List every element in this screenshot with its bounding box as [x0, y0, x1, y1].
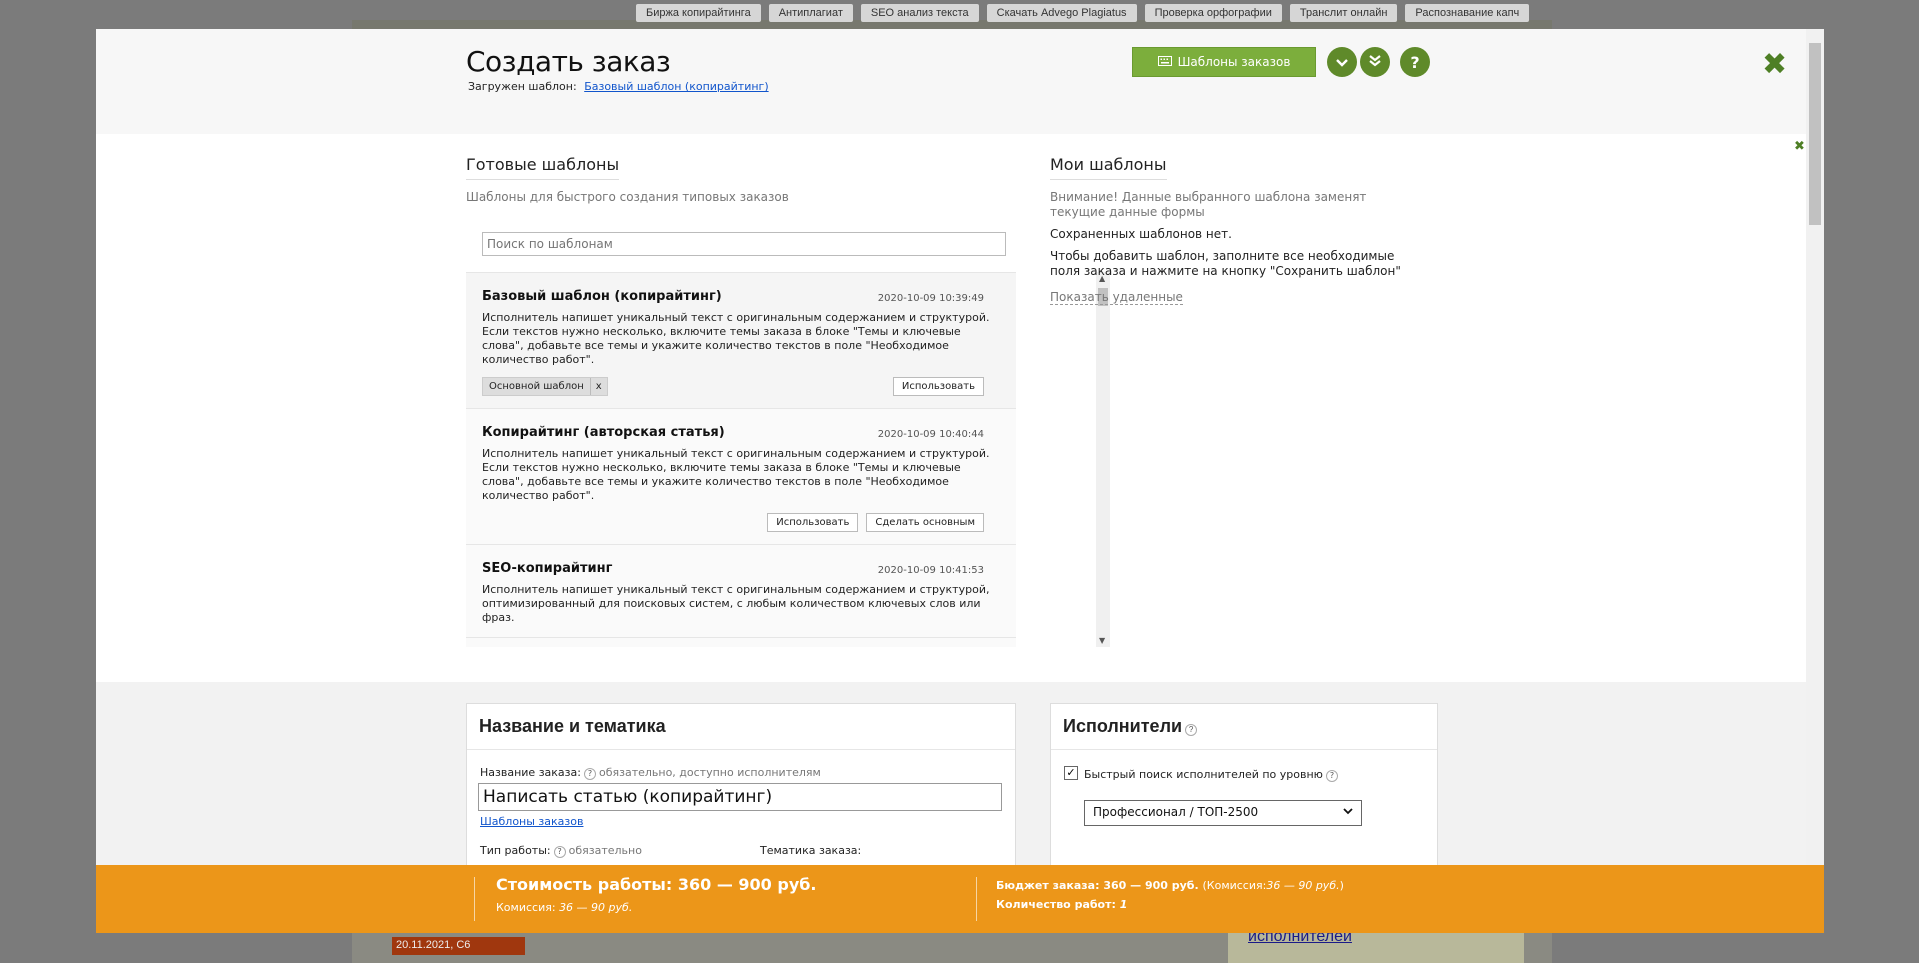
template-date: 2020-10-09 10:41:53: [877, 565, 984, 576]
level-select[interactable]: Профессионал / ТОП-2500: [1084, 800, 1362, 826]
modal-scrollbar[interactable]: [1806, 29, 1824, 933]
bg-nav-item[interactable]: SEO анализ текста: [860, 4, 979, 22]
performers-title: Исполнители?: [1051, 704, 1437, 750]
name-topic-title: Название и тематика: [467, 704, 1015, 750]
cost-footer: Стоимость работы: 360 — 900 руб. Комисси…: [96, 865, 1824, 933]
footer-divider: [976, 877, 977, 921]
order-templates-button[interactable]: Шаблоны заказов: [1132, 47, 1316, 77]
make-main-button[interactable]: Сделать основным: [866, 513, 984, 532]
my-templates-warning: Внимание! Данные выбранного шаблона заме…: [1050, 190, 1367, 219]
order-name-input[interactable]: [478, 783, 1002, 811]
tag-remove-button[interactable]: x: [589, 378, 607, 395]
chevron-down-icon: [1335, 53, 1349, 72]
no-saved-templates: Сохраненных шаблонов нет.: [1050, 227, 1232, 241]
template-desc: Исполнитель напишет уникальный текст с о…: [482, 311, 990, 366]
performers-card: Исполнители?: [1050, 703, 1438, 873]
loaded-template-link[interactable]: Базовый шаблон (копирайтинг): [584, 80, 768, 93]
my-templates-title: Мои шаблоны: [1050, 155, 1167, 180]
level-select-value: Профессионал / ТОП-2500: [1093, 805, 1259, 819]
scroll-down-icon[interactable]: ▼: [1099, 636, 1105, 645]
template-footer: Использовать Сделать основным: [482, 513, 1002, 532]
help-icon[interactable]: ?: [1185, 724, 1198, 736]
bg-nav-item[interactable]: Биржа копирайтинга: [636, 4, 761, 22]
template-actions: Использовать Сделать основным: [767, 513, 984, 532]
modal-scroll-thumb[interactable]: [1809, 43, 1821, 225]
question-icon: ?: [1410, 52, 1420, 72]
bg-nav-item[interactable]: Распознавание капч: [1405, 4, 1530, 22]
works-count-line: Количество работ: 1: [996, 898, 1128, 911]
templates-scrollbar[interactable]: ▲ ▼: [1096, 272, 1110, 647]
loaded-template-line: Загружен шаблон: Базовый шаблон (копирай…: [468, 80, 769, 93]
help-icon[interactable]: ?: [1325, 770, 1338, 782]
bg-nav-item[interactable]: Скачать Advego Plagiatus: [986, 4, 1137, 22]
chevron-down-icon: [1343, 805, 1353, 821]
commission-line: Комиссия: 36 — 90 руб.: [496, 901, 633, 914]
modal-header: Создать заказ Загружен шаблон: Базовый ш…: [96, 29, 1806, 134]
order-templates-label: Шаблоны заказов: [1177, 55, 1291, 69]
show-deleted-link[interactable]: Показать удаленные: [1050, 290, 1183, 305]
main-template-tag: Основной шаблон x: [482, 377, 608, 396]
ready-templates-title: Готовые шаблоны: [466, 155, 620, 180]
close-icon[interactable]: ✖: [1762, 47, 1787, 82]
footer-divider: [474, 877, 475, 921]
list-item: Базовый шаблон (копирайтинг) 2020-10-09 …: [466, 273, 1016, 409]
work-cost: Стоимость работы: 360 — 900 руб.: [496, 875, 817, 894]
bg-date-badge: 20.11.2021, С6: [392, 937, 525, 955]
ready-templates-subtitle: Шаблоны для быстрого создания типовых за…: [466, 190, 789, 204]
background-nav: Биржа копирайтинга Антиплагиат SEO анали…: [636, 4, 1530, 22]
template-date: 2020-10-09 10:40:44: [877, 429, 984, 440]
templates-search-input[interactable]: [482, 232, 1006, 256]
order-templates-link[interactable]: Шаблоны заказов: [480, 815, 583, 828]
add-template-hint: Чтобы добавить шаблон, заполните все нео…: [1050, 249, 1401, 278]
double-chevron-down-icon: [1368, 53, 1382, 72]
list-item: SEO-копирайтинг 2020-10-09 10:41:53 Испо…: [466, 545, 1016, 638]
template-actions: Использовать: [892, 377, 984, 396]
create-order-modal: Создать заказ Загружен шаблон: Базовый ш…: [96, 29, 1824, 933]
bg-nav-item[interactable]: Транслит онлайн: [1289, 4, 1398, 22]
loaded-label: Загружен шаблон:: [468, 80, 577, 93]
template-desc: Исполнитель напишет уникальный текст с о…: [482, 447, 990, 502]
bg-nav-item[interactable]: Проверка орфографии: [1144, 4, 1282, 22]
keyboard-icon: [1157, 55, 1172, 69]
template-footer: Основной шаблон x Использовать: [482, 377, 1002, 396]
template-desc: Исполнитель напишет уникальный текст с о…: [482, 583, 990, 624]
help-icon[interactable]: ?: [553, 846, 566, 858]
expand-all-button[interactable]: [1360, 47, 1390, 77]
help-button[interactable]: ?: [1400, 47, 1430, 77]
templates-list: Базовый шаблон (копирайтинг) 2020-10-09 …: [466, 272, 1016, 647]
use-template-button[interactable]: Использовать: [767, 513, 859, 532]
work-type-label: Тип работы:? обязательно: [480, 844, 642, 858]
expand-one-button[interactable]: [1327, 47, 1357, 77]
order-budget-line: Бюджет заказа: 360 — 900 руб. (Комиссия:…: [996, 879, 1344, 892]
topic-label: Тематика заказа:: [760, 844, 862, 857]
panel-close-icon[interactable]: ✖: [1794, 139, 1805, 154]
quick-search-checkbox[interactable]: ✓: [1064, 766, 1078, 780]
help-icon[interactable]: ?: [583, 768, 596, 780]
use-template-button[interactable]: Использовать: [892, 377, 984, 396]
list-item: Копирайтинг (авторская статья) 2020-10-0…: [466, 409, 1016, 545]
bg-nav-item[interactable]: Антиплагиат: [768, 4, 853, 22]
quick-search-label: Быстрый поиск исполнителей по уровню?: [1084, 768, 1341, 782]
tag-label: Основной шаблон: [489, 381, 584, 392]
order-name-label: Название заказа:? обязательно, доступно и…: [480, 766, 821, 780]
template-date: 2020-10-09 10:39:49: [877, 293, 984, 304]
modal-title: Создать заказ: [466, 45, 671, 78]
